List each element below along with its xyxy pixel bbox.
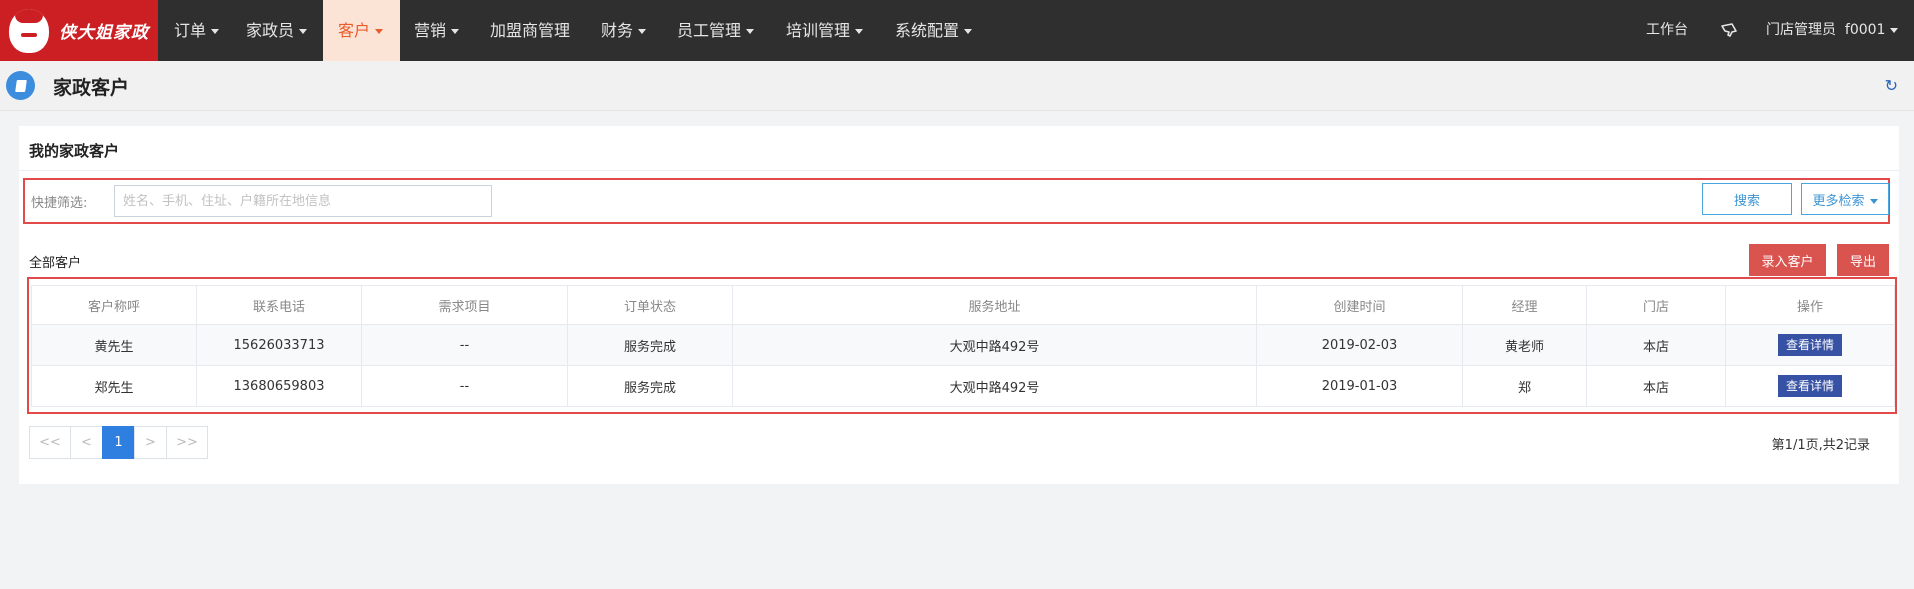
- mascot-face-icon: [9, 8, 49, 53]
- caret-down-icon: [964, 29, 973, 34]
- caret-down-icon: [746, 29, 755, 34]
- column-header[interactable]: 订单状态: [567, 285, 733, 325]
- nav-item-marketing[interactable]: 营销: [414, 0, 460, 61]
- cell-manager: 郑: [1462, 365, 1587, 407]
- top-navbar: 侠大姐家政 订单 家政员 客户 营销 加盟商管理 财务 员工管理 培训管理 系统…: [0, 0, 1914, 61]
- table-header-row: 客户称呼 联系电话 需求项目 订单状态 服务地址 创建时间 经理 门店 操作: [31, 285, 1895, 325]
- cell-phone: 15626033713: [196, 324, 362, 366]
- caret-down-icon: [299, 29, 308, 34]
- card-title: 我的家政客户: [29, 142, 120, 160]
- nav-item-orders[interactable]: 订单: [174, 0, 220, 61]
- quick-filter-bar: 快捷筛选: 搜索 更多检索: [23, 178, 1890, 224]
- cell-name: 郑先生: [31, 365, 197, 407]
- cell-need: --: [361, 324, 568, 366]
- table-row: 黄先生 15626033713 -- 服务完成 大观中路492号 2019-02…: [31, 324, 1895, 366]
- view-details-button[interactable]: 查看详情: [1778, 334, 1842, 356]
- cell-store: 本店: [1586, 324, 1726, 366]
- add-customer-button[interactable]: 录入客户: [1749, 244, 1826, 276]
- cell-status: 服务完成: [567, 365, 733, 407]
- user-menu[interactable]: 门店管理员 f0001: [1766, 0, 1899, 61]
- caret-down-icon: [855, 29, 864, 34]
- pager-next[interactable]: >: [134, 426, 167, 459]
- caret-down-icon: [211, 29, 220, 34]
- caret-down-icon: [375, 29, 384, 34]
- cell-need: --: [361, 365, 568, 407]
- cell-phone: 13680659803: [196, 365, 362, 407]
- nav-item-housekeepers[interactable]: 家政员: [246, 0, 308, 61]
- column-header[interactable]: 经理: [1462, 285, 1587, 325]
- cell-address: 大观中路492号: [732, 324, 1257, 366]
- cell-action: 查看详情: [1725, 365, 1895, 407]
- refresh-icon[interactable]: ↻: [1885, 76, 1898, 95]
- nav-item-franchise[interactable]: 加盟商管理: [490, 0, 570, 61]
- cell-action: 查看详情: [1725, 324, 1895, 366]
- column-header: 操作: [1725, 285, 1895, 325]
- nav-item-finance[interactable]: 财务: [601, 0, 647, 61]
- nav-item-customers[interactable]: 客户: [323, 0, 400, 61]
- search-input[interactable]: [114, 185, 492, 217]
- filter-label: 快捷筛选:: [31, 196, 88, 211]
- cell-address: 大观中路492号: [732, 365, 1257, 407]
- customer-table: 客户称呼 联系电话 需求项目 订单状态 服务地址 创建时间 经理 门店 操作 黄…: [31, 285, 1895, 407]
- pager-prev[interactable]: <: [70, 426, 103, 459]
- cell-created: 2019-01-03: [1256, 365, 1463, 407]
- pagination-info: 第1/1页,共2记录: [1771, 438, 1870, 453]
- workbench-link[interactable]: 工作台: [1646, 0, 1688, 61]
- cell-status: 服务完成: [567, 324, 733, 366]
- search-button[interactable]: 搜索: [1702, 183, 1792, 215]
- column-header[interactable]: 需求项目: [361, 285, 568, 325]
- brand-logo[interactable]: 侠大姐家政: [0, 0, 158, 61]
- table-row: 郑先生 13680659803 -- 服务完成 大观中路492号 2019-01…: [31, 365, 1895, 407]
- caret-down-icon: [638, 29, 647, 34]
- column-header[interactable]: 联系电话: [196, 285, 362, 325]
- page-header: 家政客户 ↻: [0, 61, 1914, 111]
- book-icon: [6, 71, 35, 100]
- cell-created: 2019-02-03: [1256, 324, 1463, 366]
- nav-item-settings[interactable]: 系统配置: [895, 0, 973, 61]
- section-label: 全部客户: [29, 256, 82, 271]
- column-header[interactable]: 客户称呼: [31, 285, 197, 325]
- column-header[interactable]: 创建时间: [1256, 285, 1463, 325]
- cell-name: 黄先生: [31, 324, 197, 366]
- pager-first[interactable]: <<: [29, 426, 71, 459]
- caret-down-icon: [1890, 27, 1899, 33]
- pagination: << < 1 > >>: [29, 426, 208, 459]
- nav-item-staff[interactable]: 员工管理: [677, 0, 755, 61]
- advanced-search-button[interactable]: 更多检索: [1801, 183, 1889, 215]
- notification-icon[interactable]: [1718, 0, 1740, 61]
- brand-logo-text: 侠大姐家政: [59, 23, 149, 43]
- column-header[interactable]: 门店: [1586, 285, 1726, 325]
- nav-item-training[interactable]: 培训管理: [786, 0, 864, 61]
- caret-down-icon: [451, 29, 460, 34]
- page-title: 家政客户: [53, 77, 130, 99]
- caret-down-icon: [1869, 198, 1878, 204]
- cell-store: 本店: [1586, 365, 1726, 407]
- customer-table-container: 客户称呼 联系电话 需求项目 订单状态 服务地址 创建时间 经理 门店 操作 黄…: [27, 277, 1897, 414]
- export-button[interactable]: 导出: [1837, 244, 1889, 276]
- cell-manager: 黄老师: [1462, 324, 1587, 366]
- pager-last[interactable]: >>: [166, 426, 208, 459]
- view-details-button[interactable]: 查看详情: [1778, 375, 1842, 397]
- column-header[interactable]: 服务地址: [732, 285, 1257, 325]
- pager-page-1[interactable]: 1: [102, 426, 135, 459]
- divider: [19, 170, 1899, 171]
